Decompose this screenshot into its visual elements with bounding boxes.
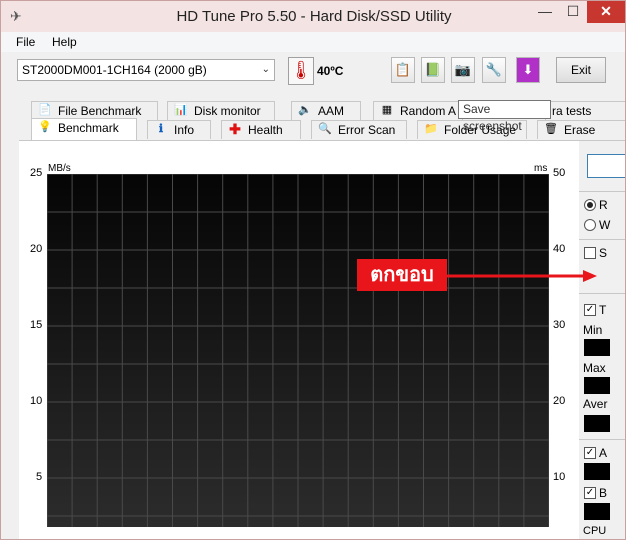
access-time-label: A — [599, 446, 608, 460]
short-stroke-label: S — [599, 246, 608, 260]
maximum-value-box — [584, 377, 610, 394]
options-icon: 🔧 — [485, 62, 503, 77]
toolbar: ST2000DM001-1CH164 (2000 gB) ⌄ 🌡 40ºC 📋 … — [1, 52, 625, 92]
folder-icon: 📁 — [424, 123, 438, 135]
annotation-arrow — [447, 270, 597, 282]
temperature-value: 40 — [317, 64, 331, 78]
right-axis-tick-label: 20 — [553, 395, 566, 407]
benchmark-chart — [47, 174, 549, 527]
tab-label: Random A — [400, 104, 457, 118]
chevron-down-icon: ⌄ — [261, 64, 270, 75]
divider — [579, 293, 625, 294]
copy-image-icon: 📗 — [424, 62, 442, 77]
tab-label: Error Scan — [338, 123, 396, 137]
download-arrow-icon: ⬇ — [522, 62, 534, 77]
exit-button[interactable]: Exit — [556, 57, 606, 83]
burst-rate-value-box — [584, 503, 610, 520]
maximum-label: Max — [583, 361, 606, 375]
temperature-unit: ºC — [330, 64, 344, 78]
info-icon: ℹ — [158, 123, 164, 135]
tab-label: Health — [248, 123, 283, 137]
speaker-icon: 🔈 — [298, 104, 312, 116]
drive-select-value: ST2000DM001-1CH164 (2000 gB) — [22, 63, 207, 77]
side-panel: R W S ✓ T Min Max Aver ✓ A ✓ B CPU — [579, 141, 625, 539]
save-screenshot-button[interactable]: 📷 — [451, 57, 475, 83]
read-radio[interactable] — [584, 199, 596, 211]
lightbulb-icon: 💡 — [38, 121, 52, 133]
minimum-label: Min — [583, 323, 603, 337]
copy-screenshot-button[interactable]: 📗 — [421, 57, 445, 83]
menu-help[interactable]: Help — [52, 35, 77, 49]
start-button[interactable] — [587, 154, 625, 178]
copy-text-icon: 📋 — [394, 62, 412, 77]
divider — [579, 439, 625, 440]
right-axis-tick-label: 40 — [553, 243, 566, 255]
app-window: ✈ HD Tune Pro 5.50 - Hard Disk/SSD Utili… — [0, 0, 626, 540]
cpu-usage-label: CPU — [583, 525, 607, 537]
transfer-rate-label: T — [599, 303, 607, 317]
right-axis-tick-label: 50 — [553, 167, 566, 179]
average-value-box — [584, 415, 610, 432]
left-axis-tick-label: 10 — [30, 395, 43, 407]
tab-label: Disk monitor — [194, 104, 261, 118]
burst-rate-label: B — [599, 486, 608, 500]
left-axis-tick-label: 20 — [30, 243, 43, 255]
file-benchmark-icon: 📄 — [38, 104, 52, 116]
left-axis-tick-label: 15 — [30, 319, 43, 331]
tab-health[interactable]: ✚ Health — [221, 120, 301, 139]
tab-aam[interactable]: 🔈 AAM — [291, 101, 361, 120]
temperature-readout: 40ºC — [317, 64, 343, 78]
left-axis-tick-label: 5 — [36, 471, 43, 483]
tooltip-save-screenshot: Save screenshot — [458, 100, 551, 133]
write-label: W — [599, 218, 611, 232]
read-label: R — [599, 198, 608, 212]
tab-benchmark[interactable]: 💡 Benchmark — [31, 118, 137, 140]
tab-disk-monitor[interactable]: 📊 Disk monitor — [167, 101, 275, 120]
magnifier-icon: 🔍 — [318, 123, 332, 135]
random-access-icon: ▦ — [381, 104, 393, 116]
left-axis-unit: MB/s — [48, 163, 71, 174]
divider — [579, 239, 625, 240]
trash-icon: 🗑 — [544, 123, 558, 135]
download-button[interactable]: ⬇ — [516, 57, 540, 83]
disk-monitor-icon: 📊 — [174, 104, 188, 116]
tab-label: Benchmark — [58, 121, 119, 135]
copy-text-button[interactable]: 📋 — [391, 57, 415, 83]
menu-bar: File Help — [1, 32, 625, 52]
short-stroke-checkbox[interactable] — [584, 247, 596, 259]
divider — [579, 191, 625, 192]
annotation-label: ตกขอบ — [357, 259, 447, 291]
camera-icon: 📷 — [454, 62, 472, 77]
write-radio[interactable] — [584, 219, 596, 231]
average-label: Aver — [583, 397, 608, 411]
title-bar[interactable]: ✈ HD Tune Pro 5.50 - Hard Disk/SSD Utili… — [1, 1, 625, 32]
transfer-rate-checkbox[interactable]: ✓ — [584, 304, 596, 316]
right-axis-tick-label: 30 — [553, 319, 566, 331]
drive-select[interactable]: ST2000DM001-1CH164 (2000 gB) ⌄ — [17, 59, 275, 81]
access-time-value-box — [584, 463, 610, 480]
options-button[interactable]: 🔧 — [482, 57, 506, 83]
right-axis-tick-label: 10 — [553, 471, 566, 483]
tab-extra-tests[interactable]: ra tests — [545, 101, 625, 120]
tab-random-access[interactable]: ▦ Random A — [373, 101, 463, 120]
menu-file[interactable]: File — [16, 35, 35, 49]
left-axis-tick-label: 25 — [30, 167, 43, 179]
tab-info[interactable]: ℹ Info — [147, 120, 211, 139]
thermometer-icon: 🌡 — [288, 57, 314, 85]
maximize-button[interactable]: ☐ — [559, 1, 587, 23]
close-button[interactable]: ✕ — [587, 1, 625, 23]
right-axis-unit: ms — [534, 163, 548, 174]
health-cross-icon: ✚ — [229, 121, 241, 137]
tab-label: AAM — [318, 104, 345, 118]
tab-label: Erase — [564, 123, 596, 137]
minimize-button[interactable]: — — [531, 1, 559, 23]
tab-label: ra tests — [552, 104, 592, 118]
access-time-checkbox[interactable]: ✓ — [584, 447, 596, 459]
burst-rate-checkbox[interactable]: ✓ — [584, 487, 596, 499]
tab-erase[interactable]: 🗑 Erase — [537, 120, 625, 139]
tab-error-scan[interactable]: 🔍 Error Scan — [311, 120, 407, 139]
chart-grid — [47, 174, 549, 527]
tab-label: Info — [174, 123, 195, 137]
minimum-value-box — [584, 339, 610, 356]
